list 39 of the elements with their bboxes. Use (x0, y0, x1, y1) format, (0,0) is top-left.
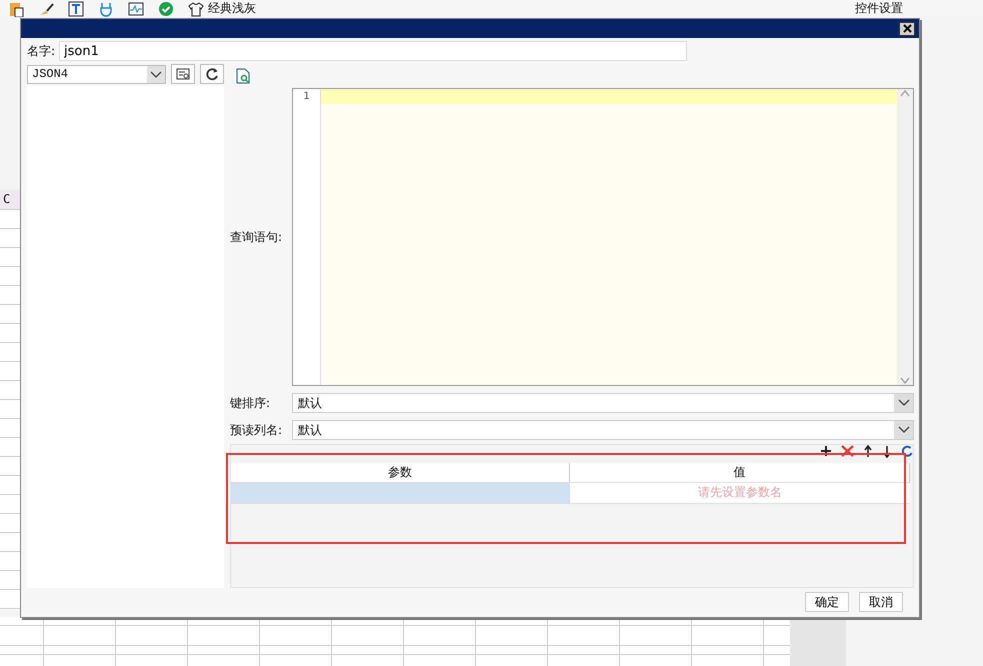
chevron-down-icon (898, 399, 910, 407)
preview-columns-label: 预读列名: (230, 422, 284, 439)
move-up-icon[interactable] (863, 445, 873, 458)
name-field[interactable]: json1 (59, 41, 688, 61)
chevron-down-icon (898, 426, 910, 434)
close-button[interactable] (899, 22, 915, 36)
key-sort-dropdown[interactable]: 默认 (292, 393, 914, 413)
source-dropdown[interactable]: JSON4 (27, 64, 166, 84)
column-header: 值 (570, 463, 910, 483)
edit-source-button[interactable] (171, 64, 195, 84)
delete-icon[interactable] (841, 445, 854, 457)
add-icon[interactable] (820, 445, 832, 457)
column-header: C (0, 190, 20, 210)
parameter-cell[interactable] (231, 483, 570, 504)
shirt-icon[interactable] (188, 1, 204, 17)
preview-columns-dropdown[interactable]: 默认 (292, 420, 914, 440)
chevron-down-icon (147, 66, 165, 82)
brush-icon[interactable] (38, 1, 54, 17)
column-header: 参数 (231, 463, 570, 483)
name-label: 名字: (27, 43, 56, 60)
clipboard-icon[interactable] (8, 1, 24, 17)
refresh-icon[interactable] (901, 445, 913, 458)
text-box-icon[interactable] (68, 1, 84, 17)
refresh-button[interactable] (200, 64, 224, 84)
file-search-icon[interactable] (236, 68, 250, 84)
check-circle-icon[interactable] (158, 1, 174, 17)
chart-icon[interactable] (128, 1, 144, 17)
line-number: 1 (302, 90, 311, 104)
query-editor[interactable]: 1 (292, 88, 914, 386)
theme-label[interactable]: 经典浅灰 (208, 1, 256, 15)
close-icon (902, 24, 912, 33)
plug-icon[interactable] (98, 1, 114, 17)
panel-title: 控件设置 (855, 1, 903, 15)
move-down-icon[interactable] (882, 445, 892, 458)
refresh-icon (205, 67, 219, 81)
ok-button[interactable]: 确定 (805, 592, 849, 612)
query-label: 查询语句: (230, 229, 284, 246)
key-sort-label: 键排序: (230, 395, 272, 412)
cancel-button[interactable]: 取消 (859, 592, 903, 612)
